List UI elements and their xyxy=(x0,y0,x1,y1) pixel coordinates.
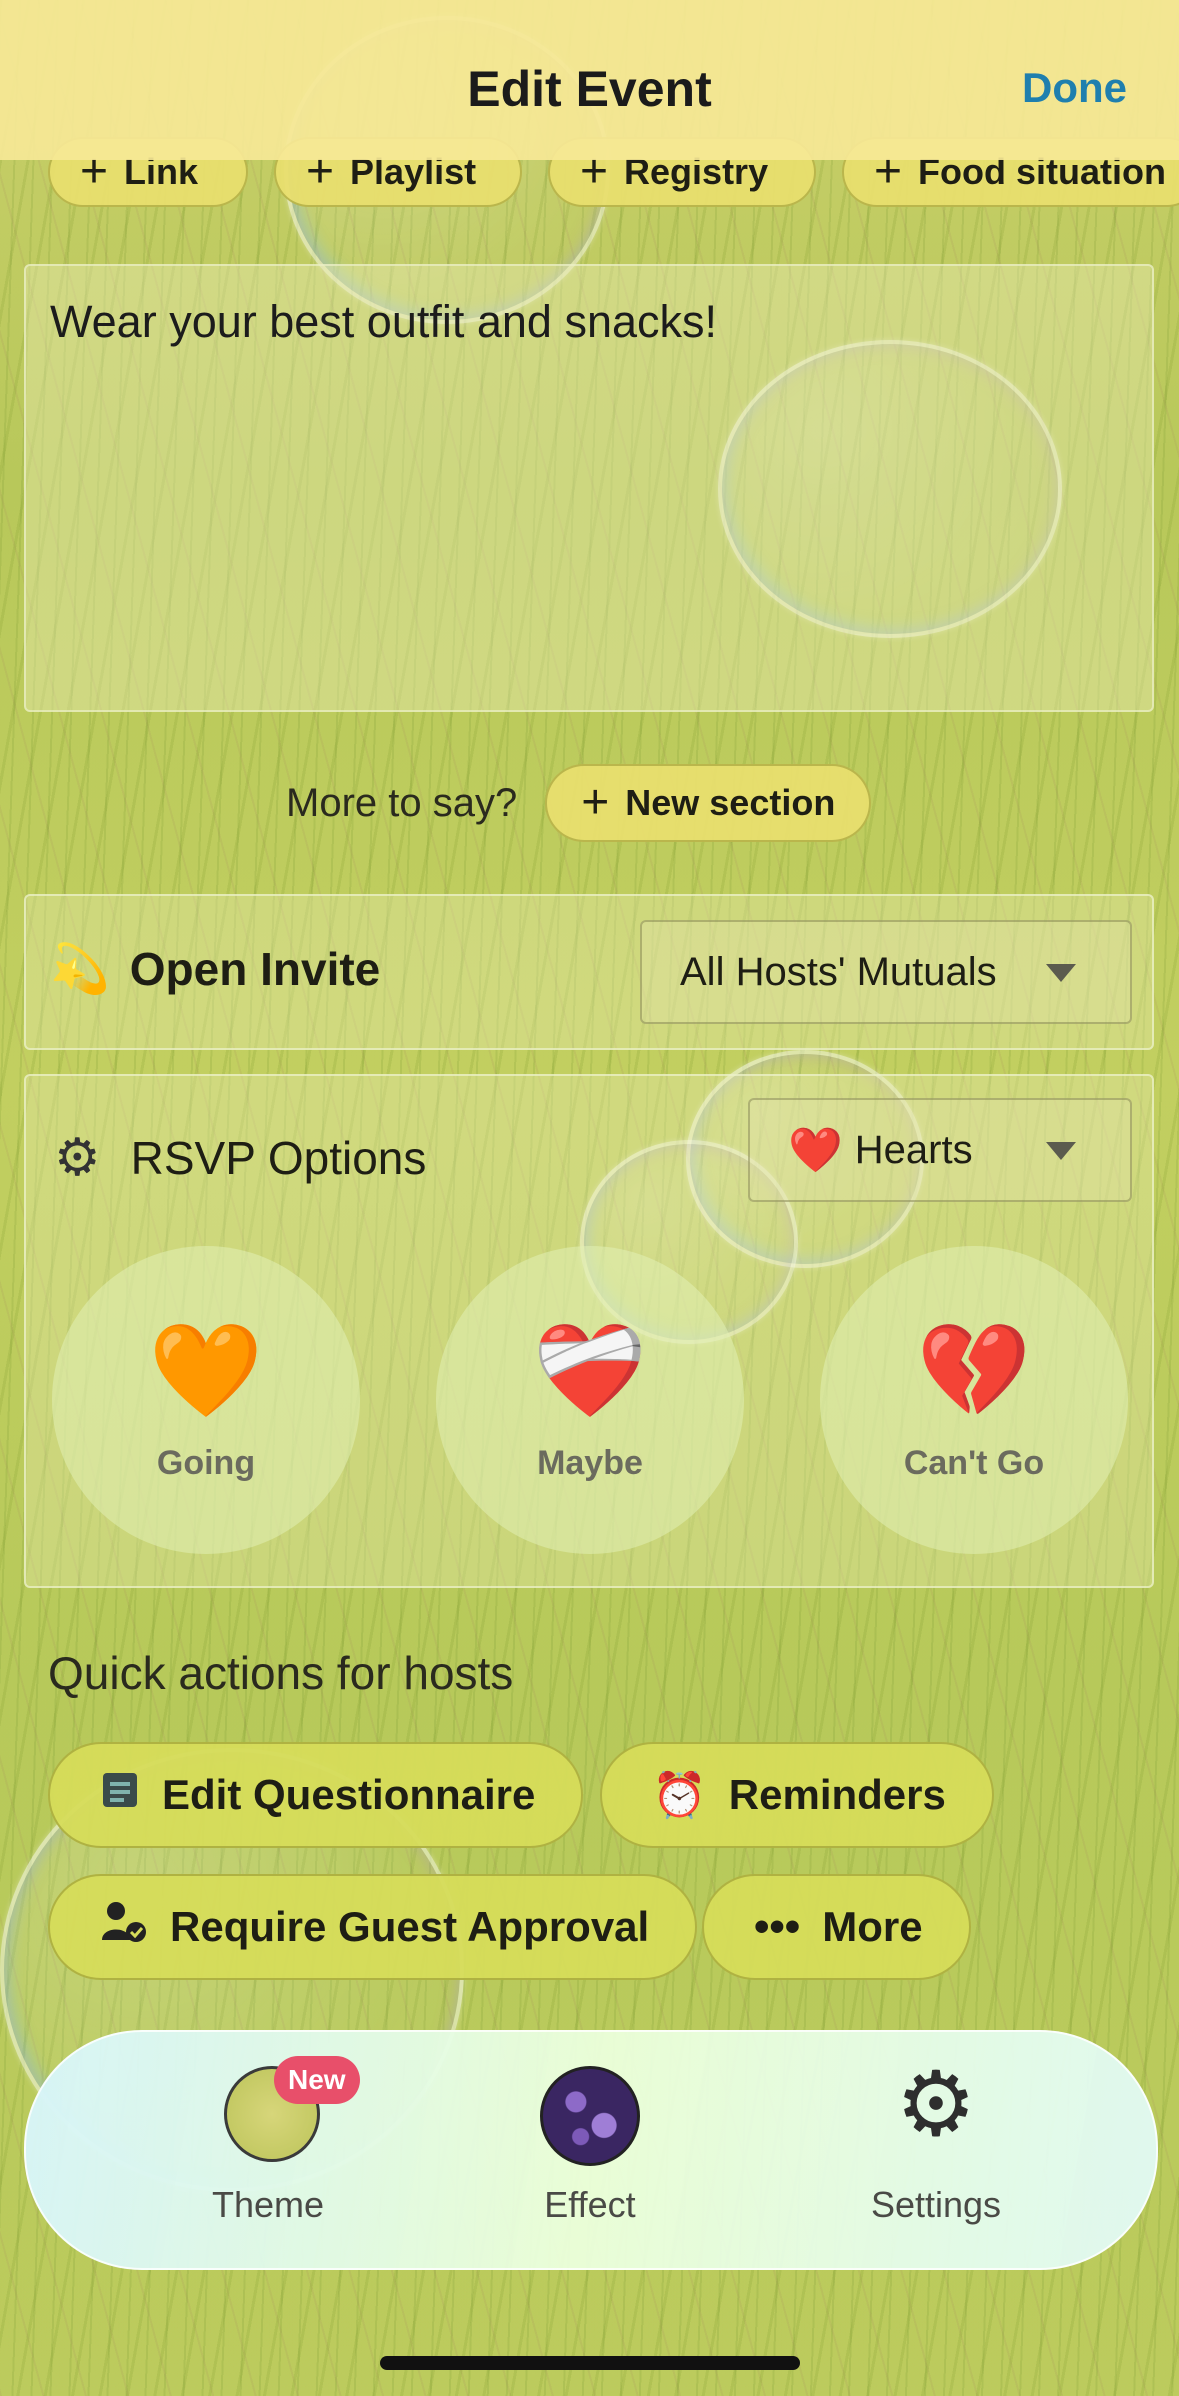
edit-questionnaire-label: Edit Questionnaire xyxy=(162,1771,536,1818)
heart-icon: ❤️ xyxy=(788,1126,843,1175)
open-invite-select[interactable]: All Hosts' Mutuals xyxy=(640,920,1132,1024)
new-badge: New xyxy=(274,2056,360,2104)
more-to-say-row: More to say? + New section xyxy=(286,764,872,842)
dizzy-icon: 💫 xyxy=(50,943,110,996)
gear-icon: ⚙ xyxy=(895,2055,977,2155)
header-bar: Edit Event Done xyxy=(0,0,1179,160)
broken-heart-icon: 💔 xyxy=(916,1320,1032,1422)
orange-heart-icon: 🧡 xyxy=(148,1320,264,1422)
tab-settings[interactable]: ⚙ Settings xyxy=(806,2032,1066,2268)
caret-down-icon xyxy=(1046,964,1076,982)
questionnaire-icon xyxy=(100,1770,140,1821)
rsvp-style-select[interactable]: ❤️ Hearts xyxy=(748,1098,1132,1202)
done-button[interactable]: Done xyxy=(1022,64,1127,112)
rsvp-option-maybe[interactable]: ❤️‍🩹 Maybe xyxy=(436,1246,744,1554)
new-section-button[interactable]: + New section xyxy=(545,764,872,842)
edit-questionnaire-button[interactable]: Edit Questionnaire xyxy=(48,1742,584,1848)
description-text: Wear your best outfit and snacks! xyxy=(50,296,718,347)
require-guest-approval-button[interactable]: Require Guest Approval xyxy=(48,1874,698,1980)
plus-icon: + xyxy=(581,776,610,829)
rsvp-options-panel: ⚙ RSVP Options ❤️ Hearts 🧡 Going ❤️‍🩹 Ma… xyxy=(24,1074,1154,1588)
require-guest-approval-label: Require Guest Approval xyxy=(170,1903,650,1950)
rsvp-option-going[interactable]: 🧡 Going xyxy=(52,1246,360,1554)
rsvp-options-title: ⚙ RSVP Options xyxy=(54,1128,426,1188)
open-invite-label: Open Invite xyxy=(129,942,381,995)
caret-down-icon xyxy=(1046,1142,1076,1160)
open-invite-value: All Hosts' Mutuals xyxy=(680,949,997,994)
ellipsis-icon: ••• xyxy=(754,1902,801,1951)
rsvp-option-label: Maybe xyxy=(537,1444,643,1482)
page-title: Edit Event xyxy=(467,61,712,117)
reminders-button[interactable]: ⏰ Reminders xyxy=(600,1742,994,1848)
more-actions-button[interactable]: ••• More xyxy=(702,1874,971,1980)
rsvp-options-label: RSVP Options xyxy=(130,1132,427,1184)
open-invite-title: 💫 Open Invite xyxy=(50,940,380,997)
rsvp-style-value: Hearts xyxy=(854,1127,973,1172)
reminders-label: Reminders xyxy=(728,1771,946,1818)
description-field[interactable]: Wear your best outfit and snacks! xyxy=(24,264,1154,712)
tab-theme-label: Theme xyxy=(211,2184,325,2225)
tab-effect[interactable]: Effect xyxy=(460,2032,720,2268)
rsvp-option-cant-go[interactable]: 💔 Can't Go xyxy=(820,1246,1128,1554)
more-actions-label: More xyxy=(822,1903,923,1950)
quick-actions-title: Quick actions for hosts xyxy=(48,1647,514,1699)
gear-icon: ⚙ xyxy=(54,1129,101,1187)
alarm-clock-icon: ⏰ xyxy=(652,1771,707,1820)
tab-settings-label: Settings xyxy=(870,2184,1002,2225)
rsvp-option-label: Going xyxy=(156,1444,256,1482)
mending-heart-icon: ❤️‍🩹 xyxy=(532,1320,648,1422)
home-indicator xyxy=(380,2356,800,2370)
open-invite-panel: 💫 Open Invite All Hosts' Mutuals xyxy=(24,894,1154,1050)
new-section-label: New section xyxy=(625,782,836,823)
bottom-tab-bar: New Theme Effect ⚙ Settings xyxy=(24,2030,1158,2270)
effect-thumbnail xyxy=(540,2066,640,2166)
guest-approval-icon xyxy=(100,1900,148,1955)
more-to-say-label: More to say? xyxy=(286,780,518,825)
rsvp-option-label: Can't Go xyxy=(903,1444,1045,1482)
tab-theme[interactable]: New Theme xyxy=(138,2032,398,2268)
tab-effect-label: Effect xyxy=(544,2184,636,2225)
